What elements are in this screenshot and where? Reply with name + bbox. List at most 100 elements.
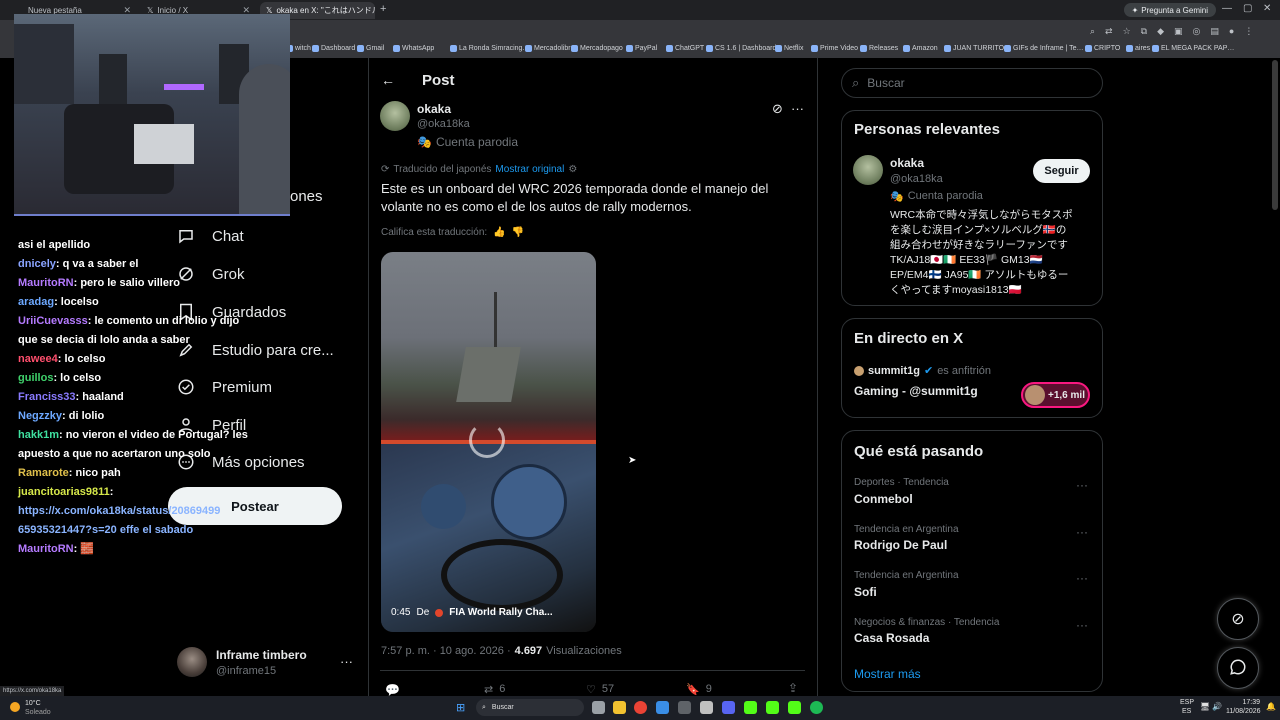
listeners-badge[interactable]: +1,6 mil <box>1021 382 1090 408</box>
maximize-icon[interactable]: ▢ <box>1243 3 1252 14</box>
chat-username[interactable]: Negzzky <box>18 410 62 422</box>
trend-more-icon[interactable]: ··· <box>1076 478 1088 492</box>
avatar[interactable] <box>177 647 207 677</box>
bookmark-item[interactable]: aires <box>1126 45 1150 52</box>
scrollbar[interactable] <box>1272 60 1278 210</box>
share-icon[interactable]: ⇪ <box>788 681 798 695</box>
spotify-icon[interactable] <box>810 701 823 714</box>
bookmark-item[interactable]: CS 1.6 | Dashboard <box>706 45 776 52</box>
bookmark-item[interactable]: Mercadopago <box>571 45 623 52</box>
bookmark-item[interactable]: Prime Video <box>811 45 858 52</box>
live-host[interactable]: summit1g ✔ es anfitrión <box>854 364 991 377</box>
bookmark-item[interactable]: Gmail <box>357 45 384 52</box>
chat-username[interactable]: aradag <box>18 296 54 308</box>
kick-icon[interactable] <box>788 701 801 714</box>
star-icon[interactable]: ☆ <box>1123 26 1131 37</box>
bookmark-button[interactable]: 🔖 9 <box>686 683 712 696</box>
post-more-icon[interactable]: ··· <box>791 101 804 116</box>
bookmark-item[interactable]: GIFs de Inframe | Te… <box>1004 45 1084 52</box>
app-icon[interactable] <box>678 701 691 714</box>
chat-username[interactable]: juancitoarias9811 <box>18 486 110 498</box>
task-view-icon[interactable] <box>592 701 605 714</box>
network-icon[interactable]: 🖥 <box>1200 702 1210 711</box>
trend-more-icon[interactable]: ··· <box>1076 525 1088 539</box>
close-window-icon[interactable]: ✕ <box>1263 3 1271 14</box>
discord-icon[interactable] <box>722 701 735 714</box>
messages-fab[interactable] <box>1217 647 1259 689</box>
extension-icon[interactable]: ◆ <box>1157 26 1164 37</box>
start-icon[interactable]: ⊞ <box>456 701 465 714</box>
zoom-icon[interactable]: ⌕ <box>1090 26 1095 37</box>
live-space-title[interactable]: Gaming - @summit1g <box>854 384 978 398</box>
trend-name[interactable]: Casa Rosada <box>854 631 929 645</box>
notification-icon[interactable]: 🔔 <box>1266 702 1276 711</box>
show-more-link[interactable]: Mostrar más <box>854 667 921 681</box>
bookmark-item[interactable]: Releases <box>860 45 898 52</box>
grok-analyze-icon[interactable]: ⊘ <box>772 101 783 117</box>
chat-username[interactable]: MauritoRN <box>18 543 74 555</box>
new-tab-button[interactable]: + <box>380 3 386 15</box>
taskbar-search[interactable]: ⌕ Buscar <box>476 699 584 716</box>
grok-fab[interactable]: ⊘ <box>1217 598 1259 640</box>
bookmark-item[interactable]: Mercadolibre <box>525 45 574 52</box>
nav-item-notifications-partial[interactable]: ones <box>290 188 323 205</box>
bookmark-item[interactable]: La Ronda Simracing… <box>450 45 529 52</box>
bookmark-item[interactable]: CRIPTO <box>1085 45 1120 52</box>
bookmark-item[interactable]: Dashboard <box>312 45 355 52</box>
repost-button[interactable]: ⇄ 6 <box>484 683 505 696</box>
video-source[interactable]: FIA World Rally Cha... <box>449 607 552 618</box>
chat-username[interactable]: nawee4 <box>18 353 58 365</box>
bookmark-item[interactable]: Amazon <box>903 45 938 52</box>
settings-icon[interactable]: ⚙ <box>568 164 577 175</box>
menu-icon[interactable]: ⋮ <box>1244 26 1253 37</box>
app-icon[interactable] <box>700 701 713 714</box>
author-name[interactable]: okaka <box>417 102 451 116</box>
author-avatar[interactable] <box>380 101 410 131</box>
user-avatar[interactable] <box>853 155 883 185</box>
bookmark-item[interactable]: PayPal <box>626 45 657 52</box>
minimize-icon[interactable]: — <box>1222 3 1232 14</box>
kick-icon[interactable] <box>744 701 757 714</box>
chat-username[interactable]: dnicely <box>18 258 56 270</box>
extension-icon[interactable]: ◎ <box>1193 26 1201 37</box>
chat-username[interactable]: Ramarote <box>18 467 69 479</box>
bookmark-item[interactable]: JUAN TURRITO <box>944 45 1004 52</box>
chat-username[interactable]: hakk1m <box>18 429 59 441</box>
trend-name[interactable]: Sofi <box>854 585 877 599</box>
thumbs-up-icon[interactable]: 👍 <box>493 227 505 238</box>
user-name[interactable]: okaka <box>890 156 924 170</box>
profile-icon[interactable]: ● <box>1229 26 1234 36</box>
extension-icon[interactable]: ▤ <box>1210 26 1219 37</box>
extension-icon[interactable]: ▣ <box>1174 26 1183 37</box>
bookmark-item[interactable]: ChatGPT <box>666 45 704 52</box>
post-timestamp[interactable]: 7:57 p. m. · 10 ago. 2026 · <box>381 645 511 657</box>
bookmark-item[interactable]: Netflix <box>775 45 803 52</box>
bookmark-item[interactable]: WhatsApp <box>393 45 434 52</box>
reply-icon[interactable]: 💬 <box>385 683 400 697</box>
follow-button[interactable]: Seguir <box>1033 159 1090 183</box>
clock-time[interactable]: 17:39 <box>1230 699 1260 706</box>
back-arrow-icon[interactable]: ← <box>381 72 395 88</box>
trend-more-icon[interactable]: ··· <box>1076 618 1088 632</box>
trend-name[interactable]: Rodrigo De Paul <box>854 538 947 552</box>
chrome-icon[interactable] <box>634 701 647 714</box>
account-menu-icon[interactable]: ··· <box>340 654 353 669</box>
thumbs-down-icon[interactable]: 👎 <box>512 227 524 238</box>
file-explorer-icon[interactable] <box>613 701 626 714</box>
gemini-button[interactable]: ✦ Pregunta a Gemini <box>1123 3 1216 17</box>
trend-name[interactable]: Conmebol <box>854 492 913 506</box>
extension-icon[interactable]: ⧉ <box>1141 26 1147 37</box>
trend-more-icon[interactable]: ··· <box>1076 571 1088 585</box>
chat-username[interactable]: MauritoRN <box>18 277 74 289</box>
steam-icon[interactable] <box>656 701 669 714</box>
bookmark-item[interactable]: EL MEGA PACK PAP… <box>1152 45 1234 52</box>
like-button[interactable]: ♡ 57 <box>586 683 614 696</box>
show-original-link[interactable]: Mostrar original <box>495 164 564 175</box>
chat-username[interactable]: guillos <box>18 372 53 384</box>
search-box[interactable]: ⌕ Buscar <box>841 68 1103 98</box>
chat-username[interactable]: Franciss33 <box>18 391 75 403</box>
video-player[interactable]: 0:45 De FIA World Rally Cha... <box>381 252 596 632</box>
language-indicator[interactable]: ESP <box>1180 699 1194 706</box>
chat-username[interactable]: UriiCuevasss <box>18 315 88 327</box>
volume-icon[interactable]: 🔊 <box>1212 702 1222 711</box>
